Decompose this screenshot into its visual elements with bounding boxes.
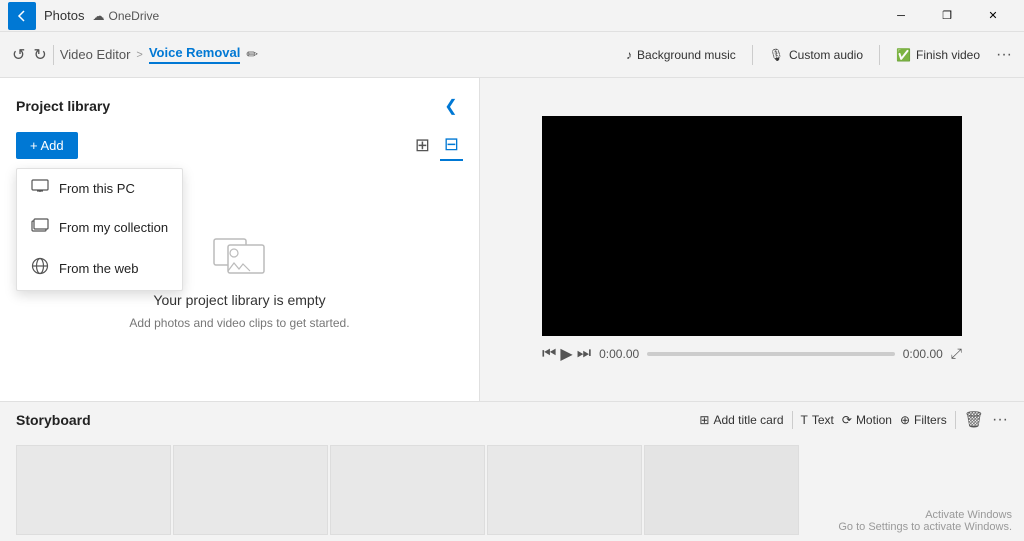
clip-item[interactable] bbox=[16, 445, 171, 535]
video-preview bbox=[542, 116, 962, 336]
toolbar-sep-2 bbox=[752, 45, 753, 65]
storyboard-title: Storyboard bbox=[16, 412, 91, 428]
custom-audio-button[interactable]: 🎙 Custom audio bbox=[769, 48, 863, 62]
pc-icon bbox=[31, 179, 49, 198]
from-web-label: From the web bbox=[59, 261, 138, 276]
motion-label: Motion bbox=[856, 413, 892, 427]
add-row: + Add ⊞ ⊟ From this PC bbox=[16, 130, 463, 161]
collapse-button[interactable]: ❮ bbox=[439, 94, 463, 118]
add-button[interactable]: + Add bbox=[16, 132, 78, 159]
finish-video-label: Finish video bbox=[916, 48, 980, 62]
finish-video-button[interactable]: ✅ Finish video bbox=[896, 48, 980, 62]
window-controls: ─ ❐ ✕ bbox=[878, 0, 1016, 32]
breadcrumb-parent[interactable]: Video Editor bbox=[60, 47, 131, 62]
project-library-title: Project library bbox=[16, 98, 110, 114]
activate-watermark: Activate Windows Go to Settings to activ… bbox=[838, 509, 1012, 533]
main-area: Project library ❮ + Add ⊞ ⊟ bbox=[0, 78, 1024, 401]
cloud-icon: ☁ bbox=[92, 9, 104, 23]
from-pc-option[interactable]: From this PC bbox=[17, 169, 182, 208]
toolbar-sep-1 bbox=[53, 45, 54, 65]
clip-item[interactable] bbox=[330, 445, 485, 535]
breadcrumb-current: Voice Removal bbox=[149, 45, 241, 64]
breadcrumb: ↺ ↻ Video Editor > Voice Removal ✏ bbox=[12, 45, 258, 65]
toolbar-actions: ♪ Background music 🎙 Custom audio ✅ Fini… bbox=[626, 45, 1012, 65]
panel-header: Project library ❮ bbox=[16, 94, 463, 118]
toolbar-sep-3 bbox=[879, 45, 880, 65]
background-music-button[interactable]: ♪ Background music bbox=[626, 48, 736, 62]
empty-subtitle: Add photos and video clips to get starte… bbox=[129, 316, 349, 330]
from-web-option[interactable]: From the web bbox=[17, 247, 182, 290]
storyboard-actions: ⊞ Add title card T Text ⟳ Motion ⊕ Filte… bbox=[699, 410, 1008, 430]
collection-icon bbox=[31, 218, 49, 237]
redo-button[interactable]: ↻ bbox=[33, 45, 46, 65]
title-bar: Photos ☁ OneDrive ─ ❐ ✕ bbox=[0, 0, 1024, 32]
text-icon: T bbox=[801, 413, 808, 427]
edit-icon[interactable]: ✏ bbox=[246, 46, 258, 63]
play-button[interactable]: ▶ bbox=[560, 344, 572, 364]
add-title-card-button[interactable]: ⊞ Add title card bbox=[699, 413, 783, 427]
current-time: 0:00.00 bbox=[599, 347, 639, 361]
more-options-button[interactable]: ··· bbox=[996, 46, 1012, 64]
onedrive-label: OneDrive bbox=[108, 9, 159, 23]
playback-controls: ⏮ ▶ ⏭ 0:00.00 0:00.00 ⤢ bbox=[542, 344, 962, 364]
toolbar: ↺ ↻ Video Editor > Voice Removal ✏ ♪ Bac… bbox=[0, 32, 1024, 78]
more-options-button[interactable]: ··· bbox=[992, 411, 1008, 429]
rewind-button[interactable]: ⏮ bbox=[542, 345, 556, 363]
title-bar-left: Photos ☁ OneDrive bbox=[8, 2, 159, 30]
motion-button[interactable]: ⟳ Motion bbox=[842, 413, 892, 427]
undo-redo-group: ↺ ↻ bbox=[12, 45, 47, 65]
total-time: 0:00.00 bbox=[903, 347, 943, 361]
left-panel: Project library ❮ + Add ⊞ ⊟ bbox=[0, 78, 480, 401]
back-button[interactable] bbox=[8, 2, 36, 30]
onedrive-indicator: ☁ OneDrive bbox=[92, 9, 159, 23]
finish-icon: ✅ bbox=[896, 48, 911, 62]
background-music-label: Background music bbox=[637, 48, 736, 62]
activate-line1: Activate Windows bbox=[838, 509, 1012, 521]
from-pc-label: From this PC bbox=[59, 181, 135, 196]
text-button[interactable]: T Text bbox=[801, 413, 834, 427]
text-label: Text bbox=[812, 413, 834, 427]
from-collection-option[interactable]: From my collection bbox=[17, 208, 182, 247]
filters-label: Filters bbox=[914, 413, 947, 427]
add-title-card-label: Add title card bbox=[713, 413, 783, 427]
storyboard-header: Storyboard ⊞ Add title card T Text ⟳ Mot… bbox=[0, 402, 1024, 438]
breadcrumb-sep: > bbox=[136, 49, 142, 61]
minimize-button[interactable]: ─ bbox=[878, 0, 924, 32]
play-controls: ⏮ ▶ ⏭ bbox=[542, 344, 591, 364]
motion-icon: ⟳ bbox=[842, 413, 852, 427]
clip-item[interactable] bbox=[644, 445, 799, 535]
storyboard: Storyboard ⊞ Add title card T Text ⟳ Mot… bbox=[0, 401, 1024, 541]
activate-line2: Go to Settings to activate Windows. bbox=[838, 521, 1012, 533]
clip-item[interactable] bbox=[487, 445, 642, 535]
clip-item[interactable] bbox=[173, 445, 328, 535]
expand-button[interactable]: ⤢ bbox=[951, 345, 962, 362]
sb-sep-1 bbox=[792, 411, 793, 429]
close-button[interactable]: ✕ bbox=[970, 0, 1016, 32]
add-dropdown: From this PC From my collection bbox=[16, 168, 183, 291]
audio-icon: 🎙 bbox=[769, 48, 784, 62]
music-icon: ♪ bbox=[626, 48, 632, 62]
restore-button[interactable]: ❐ bbox=[924, 0, 970, 32]
empty-title: Your project library is empty bbox=[153, 292, 325, 308]
grid-view-2-button[interactable]: ⊟ bbox=[440, 130, 463, 161]
app-title: Photos bbox=[44, 8, 84, 23]
filters-button[interactable]: ⊕ Filters bbox=[900, 413, 947, 427]
grid-view-1-button[interactable]: ⊞ bbox=[411, 131, 434, 160]
right-panel: ⏮ ▶ ⏭ 0:00.00 0:00.00 ⤢ bbox=[480, 78, 1024, 401]
delete-button[interactable]: 🗑 bbox=[964, 410, 984, 430]
undo-button[interactable]: ↺ bbox=[12, 45, 25, 65]
sb-sep-2 bbox=[955, 411, 956, 429]
progress-bar[interactable] bbox=[647, 352, 895, 356]
web-icon bbox=[31, 257, 49, 280]
filters-icon: ⊕ bbox=[900, 413, 910, 427]
from-collection-label: From my collection bbox=[59, 220, 168, 235]
title-card-icon: ⊞ bbox=[699, 413, 709, 427]
skip-button[interactable]: ⏭ bbox=[577, 345, 591, 363]
empty-icon bbox=[210, 229, 270, 284]
custom-audio-label: Custom audio bbox=[789, 48, 863, 62]
view-toggle: ⊞ ⊟ bbox=[411, 130, 463, 161]
